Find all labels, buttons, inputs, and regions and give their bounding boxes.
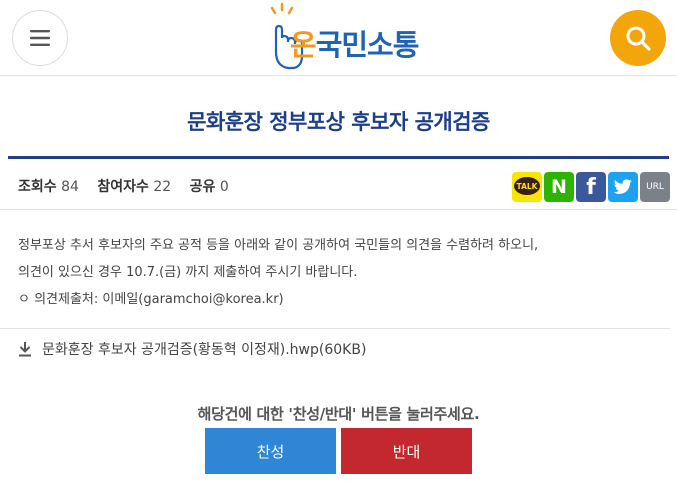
participants-count: 22	[153, 179, 172, 195]
url-copy-button[interactable]: URL	[640, 172, 670, 202]
agree-button[interactable]: 찬성	[205, 428, 336, 474]
page-title: 문화훈장 정부포상 후보자 공개검증	[187, 110, 490, 134]
top-header: 온국민소통	[0, 0, 677, 76]
vote-prompt: 해당건에 대한 '찬성/반대' 버튼을 눌러주세요.	[197, 405, 480, 423]
share-buttons: TALK N f URL	[512, 172, 670, 202]
attachment-row: 문화훈장 후보자 공개검증(황동혁 이정재).hwp(60KB)	[0, 328, 670, 368]
naver-share-button[interactable]: N	[544, 172, 574, 202]
naver-icon: N	[551, 176, 567, 198]
search-icon	[626, 26, 651, 51]
download-icon[interactable]	[18, 341, 32, 357]
body-line-2: 의견이 있으신 경우 10.7.(금) 까지 제출하여 주시기 바랍니다.	[18, 265, 358, 280]
title-section: 문화훈장 정부포상 후보자 공개검증	[0, 76, 677, 158]
menu-button[interactable]	[12, 10, 68, 66]
shares-count: 0	[219, 179, 229, 195]
twitter-bird-icon	[613, 179, 632, 194]
kakao-label: TALK	[517, 182, 539, 191]
hamburger-icon	[30, 30, 50, 46]
facebook-icon: f	[586, 174, 596, 200]
url-label: URL	[646, 182, 664, 192]
title-divider	[8, 156, 669, 159]
disagree-button[interactable]: 반대	[341, 428, 472, 474]
body-line-3: ㅇ 의견제출처: 이메일(garamchoi@korea.kr)	[18, 292, 284, 307]
kakao-talk-icon: TALK	[514, 177, 540, 195]
views-label: 조회수	[18, 179, 57, 195]
kakao-share-button[interactable]: TALK	[512, 172, 542, 202]
shares-label: 공유	[189, 179, 216, 195]
site-logo[interactable]: 온국민소통	[262, 0, 432, 74]
search-button[interactable]	[610, 10, 666, 66]
logo-text: 온국민소통	[290, 22, 420, 64]
attachment-link[interactable]: 문화훈장 후보자 공개검증(황동혁 이정재).hwp(60KB)	[42, 339, 366, 359]
views-count: 84	[61, 179, 79, 195]
logo-on-char: 온	[290, 28, 317, 62]
logo-brand: 국민소통	[315, 28, 420, 62]
twitter-share-button[interactable]	[608, 172, 638, 202]
stat-row: 조회수 84 참여자수 22 공유 0	[18, 176, 243, 196]
body-line-1: 정부포상 추서 후보자의 주요 공적 등을 아래와 같이 공개하여 국민들의 의…	[18, 238, 539, 253]
stats-bar: 조회수 84 참여자수 22 공유 0 TALK N f URL	[0, 160, 677, 210]
participants-label: 참여자수	[97, 179, 149, 195]
facebook-share-button[interactable]: f	[576, 172, 606, 202]
post-body: 정부포상 추서 후보자의 주요 공적 등을 아래와 같이 공개하여 국민들의 의…	[18, 232, 668, 313]
